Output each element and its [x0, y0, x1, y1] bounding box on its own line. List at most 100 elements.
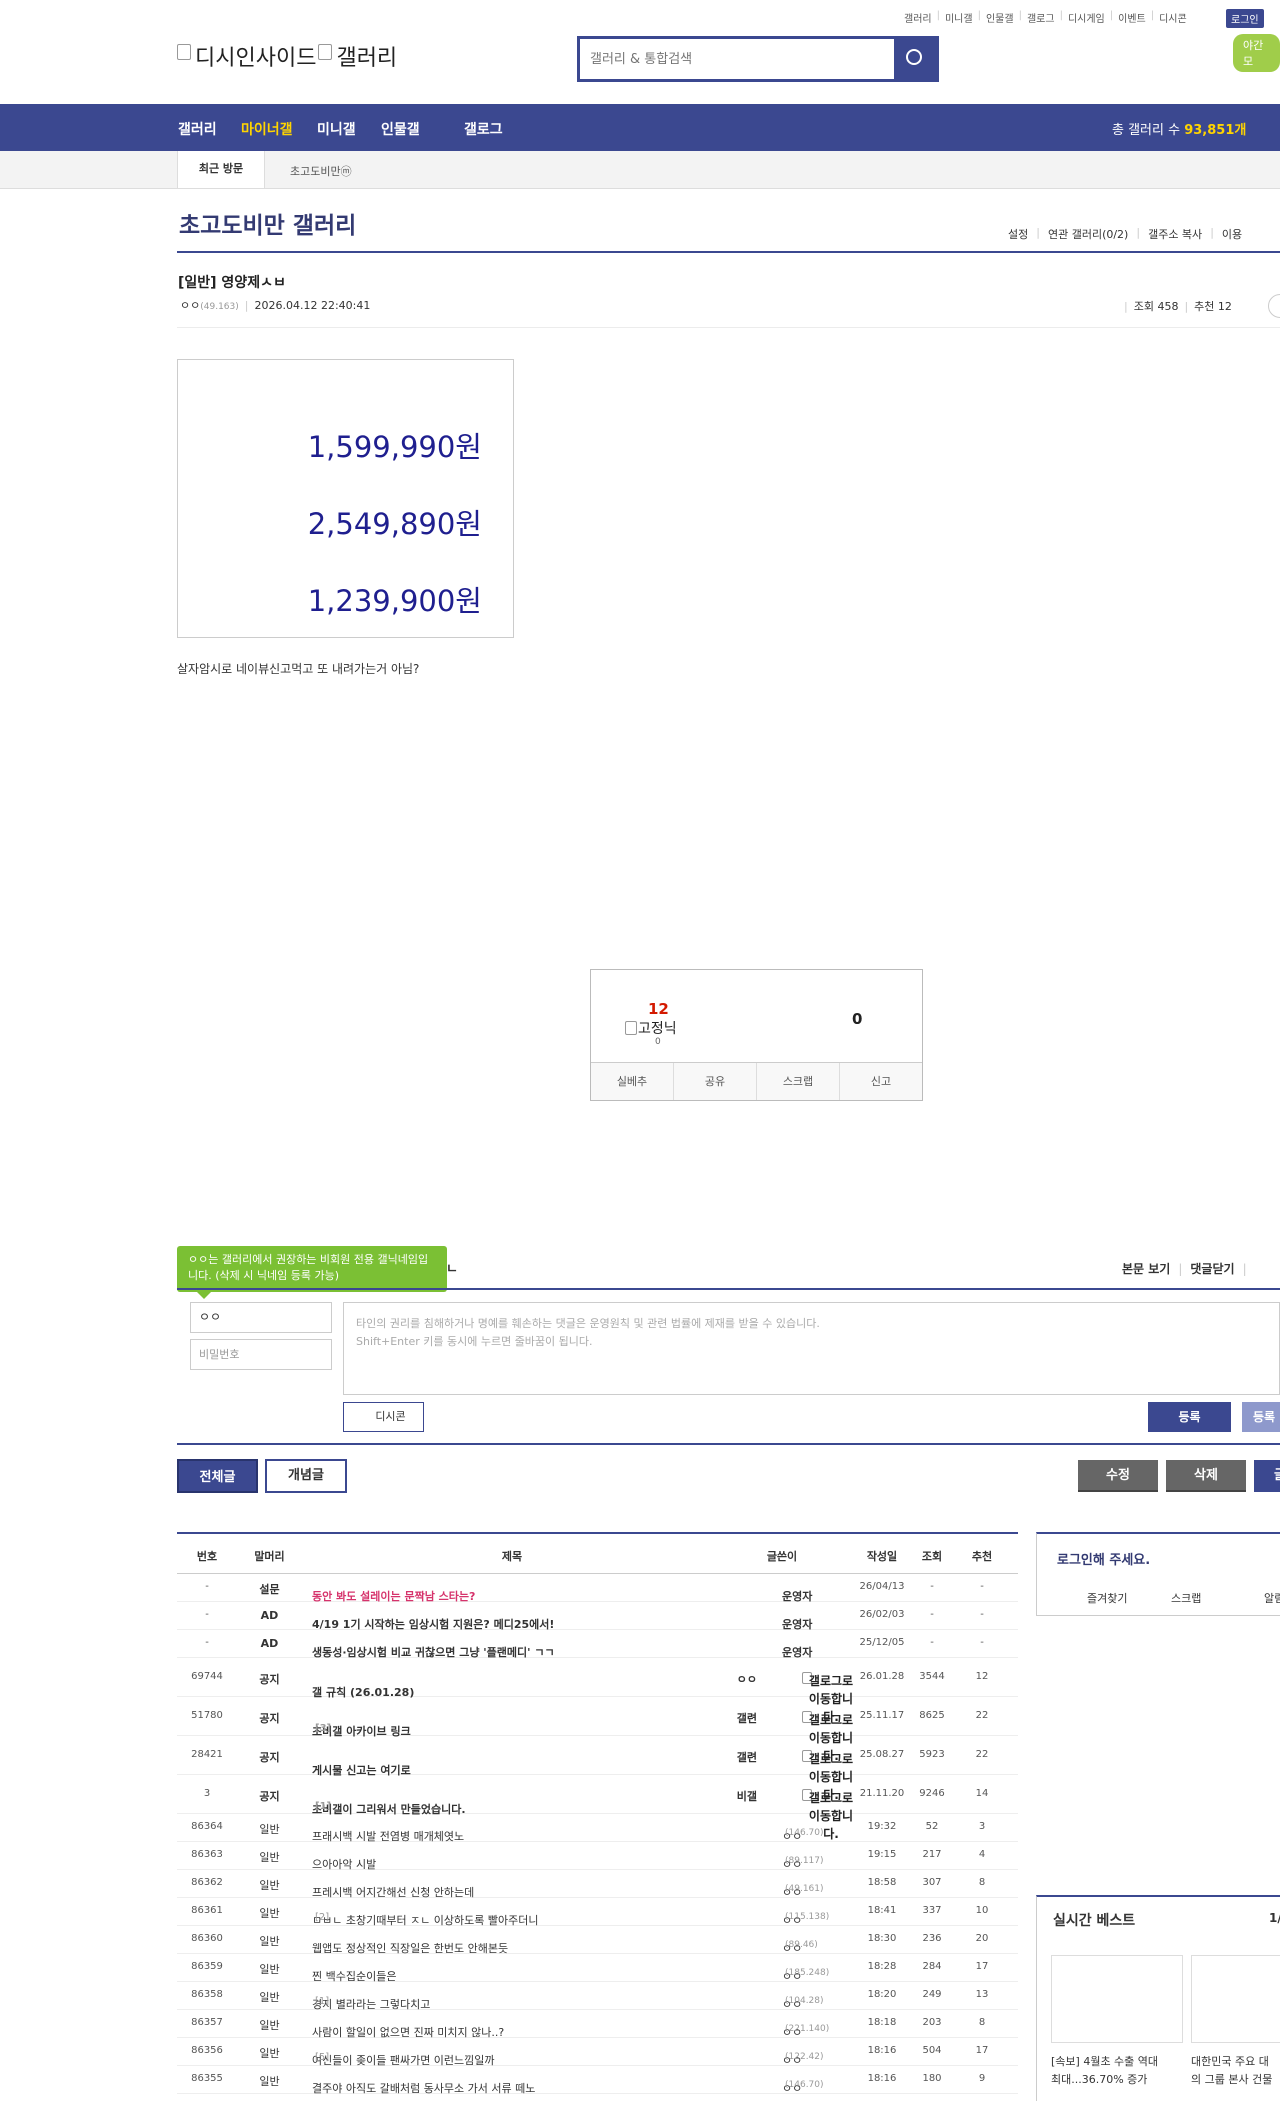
- post-writer[interactable]: 갤련: [697, 1710, 757, 1726]
- post-writer[interactable]: 갤련: [697, 1749, 757, 1765]
- post-views: 504: [922, 2045, 942, 2056]
- usage-link[interactable]: 이용: [1222, 226, 1242, 242]
- top-link-gallog[interactable]: 갤로그: [1027, 10, 1055, 25]
- copy-address-link[interactable]: 갤주소 복사: [1148, 226, 1202, 242]
- post-writer[interactable]: ㅇㅇ: [697, 1671, 757, 1687]
- table-row[interactable]: 86355 일반 결주야 아직도 갈배처럼 동사무소 가서 서류 떼노 ㅇㅇ (146.…: [177, 2066, 1018, 2095]
- delete-button[interactable]: 삭제: [1166, 1460, 1246, 1492]
- top-link-game[interactable]: 디시게임: [1068, 10, 1105, 25]
- best-posts-button[interactable]: 개념글: [265, 1459, 347, 1493]
- search-button[interactable]: [894, 39, 936, 79]
- login-button[interactable]: 로그인: [1226, 9, 1264, 28]
- table-row[interactable]: 69744 공지 갤 규칙 (26.01.28) ㅇㅇ 갤로그로 이동합니다. 26.01…: [177, 1658, 1018, 1724]
- table-row[interactable]: 86362 일반 프레시백 어지간해선 신청 안하는데 ㅇㅇ (49.161) 18:58…: [177, 1870, 1018, 1899]
- dccon-button[interactable]: 디시콘: [343, 1402, 424, 1432]
- post-writer[interactable]: ㅇㅇ: [180, 299, 200, 312]
- best-thumbnail[interactable]: [1051, 1955, 1183, 2043]
- scrap-button[interactable]: 스크랩: [757, 1063, 840, 1100]
- night-mode-button[interactable]: 야간 모: [1233, 34, 1280, 72]
- favorites-link[interactable]: 즐겨찾기: [1087, 1590, 1127, 1606]
- table-row[interactable]: 86363 일반 으아아악 시발 ㅇㅇ (89.117) 19:15 217 4: [177, 1842, 1018, 1871]
- top-link-minor[interactable]: 미니갤: [945, 10, 973, 25]
- comment-textarea[interactable]: 타인의 권리를 침해하거나 명예를 훼손하는 댓글은 운영원칙 및 관련 법률에…: [343, 1302, 1280, 1395]
- post-writer[interactable]: 비갤: [697, 1788, 757, 1804]
- table-row[interactable]: 51780 공지 초비갤 아카이브 링크 [3] 갤련 갤로그로 이동합니다. 25.11.…: [177, 1697, 1018, 1763]
- login-prompt[interactable]: 로그인해 주세요.: [1057, 1549, 1150, 1568]
- table-row[interactable]: - AD 4/19 1기 시작하는 임상시험 지원은? 메디25에서! 운영자 26/0…: [177, 1602, 1018, 1631]
- fixed-nick-upvote[interactable]: 고정닉: [625, 1018, 677, 1038]
- write-button[interactable]: 글: [1254, 1460, 1280, 1492]
- edit-button[interactable]: 수정: [1078, 1460, 1158, 1492]
- nav-person-gallery[interactable]: 인물갤: [381, 119, 420, 139]
- table-row[interactable]: - 설문 동안 봐도 설레이는 문짝남 스타는? 운영자 26/04/13- -: [177, 1574, 1018, 1603]
- table-row[interactable]: 86356 일반 여신들이 좆이들 팬싸가면 이런느낌일까 [5] ㅇㅇ (122.42)…: [177, 2038, 1018, 2067]
- comment-count: [1]: [315, 1801, 332, 1812]
- gallery-title[interactable]: 초고도비만 갤러리: [179, 206, 356, 240]
- top-link-dccon[interactable]: 디시콘: [1159, 10, 1187, 25]
- site-logo[interactable]: 디시인사이드 갤러리: [177, 40, 397, 72]
- table-row[interactable]: 86360 일반 웹앱도 정상적인 직장일은 한번도 안해본듯 ㅇㅇ (89.46) 18…: [177, 1926, 1018, 1955]
- comment-nickname-field[interactable]: ㅇㅇ: [190, 1302, 332, 1333]
- comment-register-button[interactable]: 등록: [1148, 1402, 1231, 1432]
- nav-mini-gallery[interactable]: 미니갤: [317, 119, 356, 139]
- nav-minor-gallery[interactable]: 마이너갤: [241, 119, 293, 139]
- comment-register-recommend-button[interactable]: 등록: [1242, 1402, 1280, 1432]
- post-date: 25/12/05: [859, 1637, 905, 1648]
- view-body-link[interactable]: 본문 보기: [1122, 1262, 1170, 1276]
- table-row[interactable]: 28421 공지 게시물 신고는 여기로 갤련 갤로그로 이동합니다. 25.08.27 5…: [177, 1736, 1018, 1802]
- post-views: 조회 458: [1133, 300, 1179, 313]
- post-views: 284: [922, 1961, 942, 1972]
- best-recommend-button[interactable]: 실베추: [591, 1063, 674, 1100]
- post-subject-tag: 일반: [259, 1963, 280, 1976]
- list-header: 번호 말머리 제목 글쓴이 작성일 조회 추천: [177, 1532, 1018, 1574]
- realtime-best-panel: 실시간 베스트 1/ [속보] 4월초 수출 역대최대...36.70% 증가 …: [1036, 1895, 1280, 2101]
- header-views: 조회: [921, 1550, 943, 1563]
- comment-password-field[interactable]: 비밀번호: [190, 1339, 332, 1370]
- top-link-person[interactable]: 인물갤: [986, 10, 1014, 25]
- post-recommend: 22: [975, 1749, 989, 1760]
- scrap-link[interactable]: 스크랩: [1171, 1590, 1201, 1606]
- post-recommend: 14: [975, 1788, 989, 1799]
- top-link-event[interactable]: 이벤트: [1118, 10, 1146, 25]
- post-date: 26.01.28: [859, 1671, 905, 1682]
- search-input[interactable]: [580, 39, 895, 79]
- best-page-indicator: 1/: [1269, 1911, 1280, 1925]
- close-comments-link[interactable]: 댓글닫기: [1190, 1262, 1234, 1276]
- post-number: 86362: [191, 1877, 223, 1888]
- table-row[interactable]: 86359 일반 찐 백수집순이들은 ㅇㅇ (185.248) 18:28 284 17: [177, 1954, 1018, 1983]
- recent-visit-tab[interactable]: 최근 방문: [177, 151, 265, 189]
- post-recommend: 3: [978, 1821, 986, 1832]
- top-link-gallery[interactable]: 갤러리: [904, 10, 932, 25]
- more-options-button[interactable]: [1268, 294, 1280, 318]
- nav-gallery[interactable]: 갤러리: [178, 119, 217, 139]
- notification-link[interactable]: 알림: [1264, 1590, 1280, 1606]
- post-subject-tag: 공지: [259, 1751, 280, 1764]
- related-gallery-link[interactable]: 연관 갤러리(0/2): [1048, 226, 1128, 242]
- nav-gallog[interactable]: 갤로그: [464, 119, 503, 139]
- header-title: 제목: [501, 1550, 523, 1563]
- table-row[interactable]: 86361 일반 ㅁㅂㄴ 초창기때부터 ㅈㄴ 이상하도록 빨아주더니 [2] ㅇㅇ (11…: [177, 1898, 1018, 1927]
- table-row[interactable]: 86358 일반 경지 별라라는 그렇다치고 [1] ㅇㅇ (104.28) 18:20 24…: [177, 1982, 1018, 2011]
- table-row[interactable]: 86357 일반 사람이 할일이 없으면 진짜 미치지 않나..? ㅇㅇ (221.14…: [177, 2010, 1018, 2039]
- report-button[interactable]: 신고: [840, 1063, 922, 1100]
- best-thumbnail[interactable]: [1191, 1955, 1280, 2043]
- table-row[interactable]: - AD 생동성·임상시험 비교 귀찮으면 그냥 '플랜메디' ㄱㄱ 운영자 25/12…: [177, 1630, 1018, 1659]
- all-posts-button[interactable]: 전체글: [177, 1459, 258, 1493]
- recent-visit-item[interactable]: 초고도비만ⓜ: [290, 163, 352, 179]
- post-number: 86361: [191, 1905, 223, 1916]
- divider: [177, 327, 1280, 328]
- post-number: 86359: [191, 1961, 223, 1972]
- gallery-settings-link[interactable]: 설정: [1008, 226, 1028, 242]
- post-views: 307: [922, 1877, 942, 1888]
- post-date: 18:16: [867, 2045, 897, 2056]
- table-row[interactable]: 3 공지 초비갤이 그리워서 만들었습니다. [1] 비갤 갤로그로 이동합니다. 21.1…: [177, 1775, 1018, 1841]
- post-date: 18:16: [867, 2073, 897, 2084]
- table-row[interactable]: 86364 일반 프래시백 시발 전염병 매개체엿노 ㅇㅇ (146.70) 19:32 5…: [177, 1814, 1018, 1843]
- best-caption[interactable]: [속보] 4월초 수출 역대 최대...36.70% 증가: [1051, 2053, 1183, 2089]
- best-caption[interactable]: 대한민국 주요 대의 그룹 본사 건물: [1191, 2053, 1280, 2089]
- post-number: -: [205, 1637, 209, 1648]
- post-subject-tag: 일반: [259, 2075, 280, 2088]
- share-button[interactable]: 공유: [674, 1063, 757, 1100]
- post-views: -: [930, 1609, 934, 1620]
- post-date: 2026.04.12 22:40:41: [254, 299, 371, 312]
